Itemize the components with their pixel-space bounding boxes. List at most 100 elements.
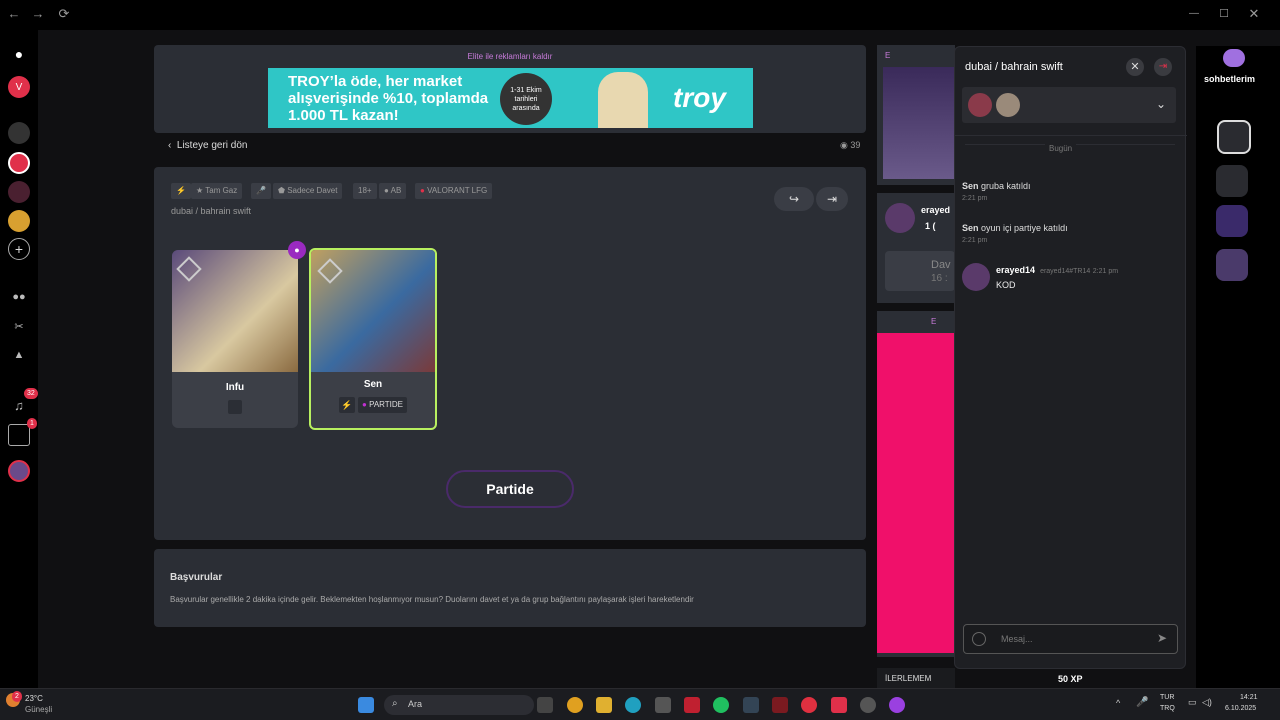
game-icon[interactable]	[8, 122, 30, 144]
age-tag: 18+	[353, 183, 377, 199]
message-time: 2:21 pm	[1092, 268, 1119, 275]
task-view-icon[interactable]	[537, 697, 553, 713]
chat-bubble-icon[interactable]	[1223, 49, 1245, 67]
side-invite-box[interactable]: Dav 16 :	[885, 251, 955, 291]
back-label: Listeye geri dön	[176, 140, 248, 151]
send-icon[interactable]: ➤	[1157, 631, 1167, 645]
ad-brand-logo: troy	[673, 82, 726, 113]
tools-icon[interactable]: ✂	[8, 315, 30, 337]
valorant-active-icon[interactable]	[8, 152, 30, 174]
likes-count: 1 (	[925, 221, 936, 231]
weather-badge: 2	[12, 691, 22, 702]
tournament-icon[interactable]: ▲	[8, 344, 30, 366]
game-icon[interactable]	[8, 181, 30, 203]
side-invite-time: 16 :	[931, 273, 948, 284]
side-user-panel: erayed 1 ( Dav 16 :	[877, 193, 955, 303]
friends-icon[interactable]: ●●	[8, 286, 30, 308]
message-input[interactable]: Mesaj... ➤	[963, 624, 1178, 654]
clock-time[interactable]: 14:21	[1240, 694, 1258, 701]
message-placeholder: Mesaj...	[1001, 634, 1033, 644]
app-icon[interactable]	[860, 697, 876, 713]
add-game-icon[interactable]: +	[8, 238, 30, 260]
chat-avatar[interactable]	[1216, 165, 1248, 197]
netflix-icon[interactable]	[684, 697, 700, 713]
profile-card-icon[interactable]	[8, 424, 30, 446]
minimize-button[interactable]: —	[1186, 6, 1202, 22]
chat-avatar[interactable]	[1217, 120, 1251, 154]
region-tag: ● AB	[379, 183, 407, 199]
edge-icon[interactable]	[625, 697, 641, 713]
close-chat-icon[interactable]: ✕	[1126, 58, 1144, 76]
members-bar[interactable]: ⌄	[962, 87, 1176, 123]
tray-chevron-icon[interactable]: ^	[1116, 698, 1120, 708]
taskbar-search[interactable]: ⌕ Ara	[384, 695, 534, 715]
player-card-self[interactable]: Sen ⚡ ● PARTIDE	[309, 248, 437, 430]
search-icon: ⌕	[392, 698, 398, 709]
emoji-icon[interactable]	[972, 632, 986, 646]
file-explorer-icon[interactable]	[596, 697, 612, 713]
chrome-icon[interactable]	[567, 697, 583, 713]
volume-icon[interactable]: ◁)	[1202, 697, 1212, 708]
side-ad-banner[interactable]	[877, 333, 955, 653]
leave-chat-icon[interactable]: ⇥	[1154, 58, 1172, 76]
ad-banner[interactable]: TROY’la öde, her market alışverişinde %1…	[268, 68, 753, 128]
region-label: AB	[390, 186, 402, 195]
valorant-logo-icon[interactable]: V	[8, 76, 30, 98]
player-name: Sen	[363, 379, 383, 390]
elite-label: E	[931, 317, 937, 326]
chat-app-icon[interactable]	[889, 697, 905, 713]
game-icon[interactable]	[8, 210, 30, 232]
chat-message: erayed14 erayed14#TR14 2:21 pm	[996, 265, 1118, 275]
partide-button[interactable]: Partide	[446, 470, 574, 508]
chat-avatar[interactable]	[1216, 249, 1248, 281]
chat-bubble-icon[interactable]: ●	[8, 43, 30, 65]
system-actor: Sen	[962, 223, 979, 233]
start-icon[interactable]	[358, 697, 374, 713]
close-button[interactable]: ✕	[1246, 6, 1262, 22]
system-message: Sen gruba katıldı	[962, 181, 1031, 191]
clock-date[interactable]: 6.10.2025	[1225, 705, 1256, 712]
leave-button[interactable]: ⇥	[816, 187, 848, 211]
maximize-button[interactable]: ☐	[1216, 6, 1232, 22]
share-button[interactable]: ↪	[774, 187, 814, 211]
game-label: VALORANT LFG	[427, 186, 488, 195]
steam-icon[interactable]	[743, 697, 759, 713]
elite-remove-ads-link[interactable]: Elite ile reklamları kaldır	[154, 52, 866, 61]
chat-avatar[interactable]	[1216, 205, 1248, 237]
forward-arrow-icon[interactable]: →	[30, 6, 46, 22]
game-tag: ● VALORANT LFG	[415, 183, 493, 199]
riot-icon[interactable]	[801, 697, 817, 713]
energy-icon: ⚡	[339, 397, 355, 413]
avatar[interactable]	[8, 460, 30, 482]
view-count-value: 39	[850, 140, 861, 150]
back-arrow-icon[interactable]: ←	[6, 6, 22, 22]
language-label[interactable]: TUR	[1160, 694, 1174, 701]
ad-headline: TROY’la öde, her market alışverişinde %1…	[288, 73, 489, 124]
avatar	[996, 93, 1020, 117]
video-thumbnail[interactable]	[883, 67, 955, 179]
avatar[interactable]	[962, 263, 990, 291]
keyboard-label[interactable]: TRQ	[1160, 705, 1175, 712]
valorant-icon[interactable]	[831, 697, 847, 713]
mic-icon[interactable]: 🎤	[1136, 697, 1148, 708]
side-invite-label: Dav	[931, 259, 951, 271]
reload-icon[interactable]: ⟳	[56, 6, 72, 22]
mood-label: Tam Gaz	[205, 186, 238, 195]
chat-panel: dubai / bahrain swift ✕ ⇥ ⌄ Bugün Sen gr…	[954, 46, 1187, 669]
invite-only-label: Sadece Davet	[287, 186, 338, 195]
taskbar: 2 23°C Güneşli ⌕ Ara ^ 🎤 TUR TRQ ▭ ◁) 14…	[0, 688, 1280, 720]
side-ad-panel: E	[877, 311, 955, 657]
app-icon[interactable]	[772, 697, 788, 713]
network-icon[interactable]: ▭	[1188, 697, 1197, 708]
video-panel: E	[877, 45, 955, 185]
chevron-down-icon[interactable]: ⌄	[1156, 97, 1166, 111]
back-to-list-link[interactable]: ‹ Listeye geri dön	[168, 140, 248, 151]
xp-value: 50 XP	[1058, 674, 1083, 684]
message-text: KOD	[996, 280, 1016, 290]
system-time: 2:21 pm	[962, 195, 988, 202]
player-card[interactable]: Infu	[172, 250, 298, 428]
status-label: PARTIDE	[369, 400, 404, 409]
spotify-icon[interactable]	[713, 697, 729, 713]
chat-title: dubai / bahrain swift	[965, 61, 1063, 73]
app-icon[interactable]	[655, 697, 671, 713]
